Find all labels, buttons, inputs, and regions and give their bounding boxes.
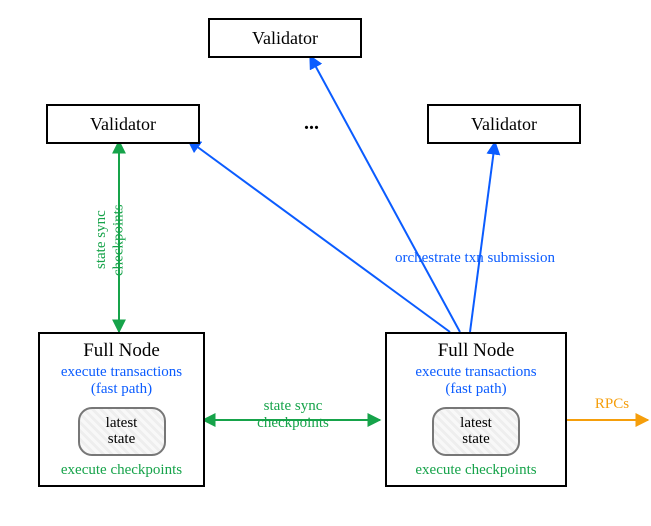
orchestrate-arrow-to-left-validator <box>188 140 450 332</box>
rpcs-label: RPCs <box>582 396 642 413</box>
validator-top-box: Validator <box>208 18 362 58</box>
state-sync-label-vertical: state sync checkpoints <box>93 180 128 300</box>
orchestrate-arrow-to-top-validator <box>310 56 460 332</box>
validators-ellipsis: ... <box>304 112 319 135</box>
full-node-left-box: Full Node execute transactions (fast pat… <box>38 332 205 487</box>
full-node-right-state-box: latest state <box>432 407 520 456</box>
validator-right-label: Validator <box>471 114 537 135</box>
validator-top-label: Validator <box>252 28 318 49</box>
orchestrate-label: orchestrate txn submission <box>395 250 615 267</box>
validator-right-box: Validator <box>427 104 581 144</box>
full-node-left-exec: execute transactions (fast path) <box>44 364 199 399</box>
validator-left-label: Validator <box>90 114 156 135</box>
full-node-right-title: Full Node <box>391 340 561 362</box>
full-node-right-box: Full Node execute transactions (fast pat… <box>385 332 567 487</box>
state-sync-label-horizontal: state sync checkpoints <box>243 398 343 433</box>
full-node-left-title: Full Node <box>44 340 199 362</box>
full-node-left-checkpoints: execute checkpoints <box>44 462 199 479</box>
orchestrate-arrow-to-right-validator <box>470 142 495 332</box>
full-node-left-state-box: latest state <box>78 407 166 456</box>
validator-left-box: Validator <box>46 104 200 144</box>
full-node-right-checkpoints: execute checkpoints <box>391 462 561 479</box>
full-node-right-exec: execute transactions (fast path) <box>391 364 561 399</box>
